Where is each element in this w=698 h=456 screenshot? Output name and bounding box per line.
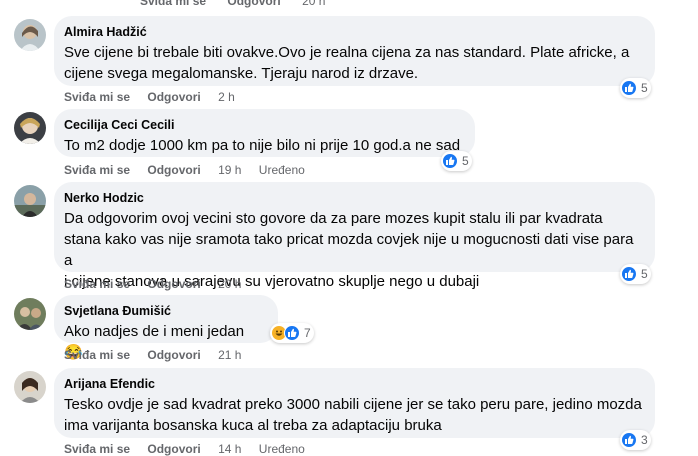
comment-actions: Sviđa mi se Odgovori 2 h bbox=[64, 90, 249, 104]
timestamp[interactable]: 20 h bbox=[218, 277, 241, 291]
comment-author[interactable]: Svjetlana Đumišić bbox=[64, 303, 266, 319]
reply-button[interactable]: Odgovori bbox=[147, 90, 200, 104]
avatar[interactable] bbox=[14, 185, 46, 217]
avatar[interactable] bbox=[14, 371, 46, 403]
edited-label[interactable]: Uređeno bbox=[259, 163, 305, 177]
like-icon bbox=[621, 80, 637, 96]
reaction-summary[interactable]: 5 bbox=[620, 78, 651, 98]
like-button[interactable]: Sviđa mi se bbox=[64, 163, 130, 177]
comment-bubble: Cecilija Ceci Cecili To m2 dodje 1000 km… bbox=[54, 109, 475, 157]
like-icon bbox=[284, 325, 300, 341]
comment-author[interactable]: Almira Hadžić bbox=[64, 24, 643, 40]
comment-actions: Sviđa mi se Odgovori 20 h bbox=[64, 277, 255, 291]
comment-text-line: cijene svega megalomanske. Tjeraju narod… bbox=[64, 65, 419, 82]
timestamp[interactable]: 19 h bbox=[218, 163, 241, 177]
reaction-count: 5 bbox=[641, 267, 648, 281]
reply-button[interactable]: Odgovori bbox=[147, 348, 200, 362]
reaction-count: 3 bbox=[641, 433, 648, 447]
timestamp[interactable]: 21 h bbox=[218, 348, 241, 362]
reaction-summary[interactable]: 5 bbox=[620, 264, 651, 284]
edited-label[interactable]: Uređeno bbox=[259, 442, 305, 456]
like-button[interactable]: Sviđa mi se bbox=[64, 348, 130, 362]
comment-text: To m2 dodje 1000 km pa to nije bilo ni p… bbox=[64, 137, 461, 154]
comment-author[interactable]: Nerko Hodzic bbox=[64, 190, 643, 206]
comment-author[interactable]: Cecilija Ceci Cecili bbox=[64, 117, 463, 133]
like-icon bbox=[442, 153, 458, 169]
like-button[interactable]: Sviđa mi se bbox=[64, 277, 130, 291]
reaction-summary[interactable]: 7 bbox=[270, 323, 314, 343]
reply-button[interactable]: Odgovori bbox=[147, 442, 200, 456]
comment-bubble: Nerko Hodzic Da odgovorim ovoj vecini st… bbox=[54, 182, 655, 290]
reply-button[interactable]: Odgovori bbox=[227, 0, 280, 8]
timestamp[interactable]: 20 h bbox=[302, 0, 325, 8]
comment-text-line: ima varijanta bosanska kuca al treba za … bbox=[64, 417, 442, 434]
comment-bubble: Almira Hadžić Sve cijene bi trebale biti… bbox=[54, 16, 655, 86]
timestamp[interactable]: 2 h bbox=[218, 90, 235, 104]
like-button[interactable]: Sviđa mi se bbox=[64, 90, 130, 104]
reaction-summary[interactable]: 5 bbox=[441, 151, 472, 171]
timestamp[interactable]: 14 h bbox=[218, 442, 241, 456]
reaction-count: 7 bbox=[304, 326, 311, 340]
comment-bubble: Arijana Efendic Tesko ovdje je sad kvadr… bbox=[54, 368, 655, 438]
comment-bubble: Svjetlana Đumišić Ako nadjes de i meni j… bbox=[54, 295, 278, 361]
comment-author[interactable]: Arijana Efendic bbox=[64, 376, 643, 392]
comment-text-line: Sve cijene bi trebale biti ovakve.Ovo je… bbox=[64, 44, 630, 61]
avatar[interactable] bbox=[14, 298, 46, 330]
avatar[interactable] bbox=[14, 112, 46, 144]
previous-comment-actions: Sviđa mi se Odgovori 20 h bbox=[140, 0, 343, 8]
like-icon bbox=[621, 266, 637, 282]
reaction-summary[interactable]: 3 bbox=[620, 430, 651, 450]
reply-button[interactable]: Odgovori bbox=[147, 277, 200, 291]
like-button[interactable]: Sviđa mi se bbox=[140, 0, 206, 8]
comment-actions: Sviđa mi se Odgovori 19 h Uređeno bbox=[64, 163, 319, 177]
comment-actions: Sviđa mi se Odgovori 14 h Uređeno bbox=[64, 442, 319, 456]
like-icon bbox=[621, 432, 637, 448]
comment-text-line: Da odgovorim ovoj vecini sto govore da z… bbox=[64, 210, 603, 227]
comment-actions: Sviđa mi se Odgovori 21 h bbox=[64, 348, 255, 362]
comment-text-line: Tesko ovdje je sad kvadrat preko 3000 na… bbox=[64, 396, 642, 413]
like-button[interactable]: Sviđa mi se bbox=[64, 442, 130, 456]
avatar[interactable] bbox=[14, 19, 46, 51]
reaction-count: 5 bbox=[641, 81, 648, 95]
comment-text-line: stana kako vas nije sramota tako pricat … bbox=[64, 231, 634, 269]
reply-button[interactable]: Odgovori bbox=[147, 163, 200, 177]
reaction-count: 5 bbox=[462, 154, 469, 168]
